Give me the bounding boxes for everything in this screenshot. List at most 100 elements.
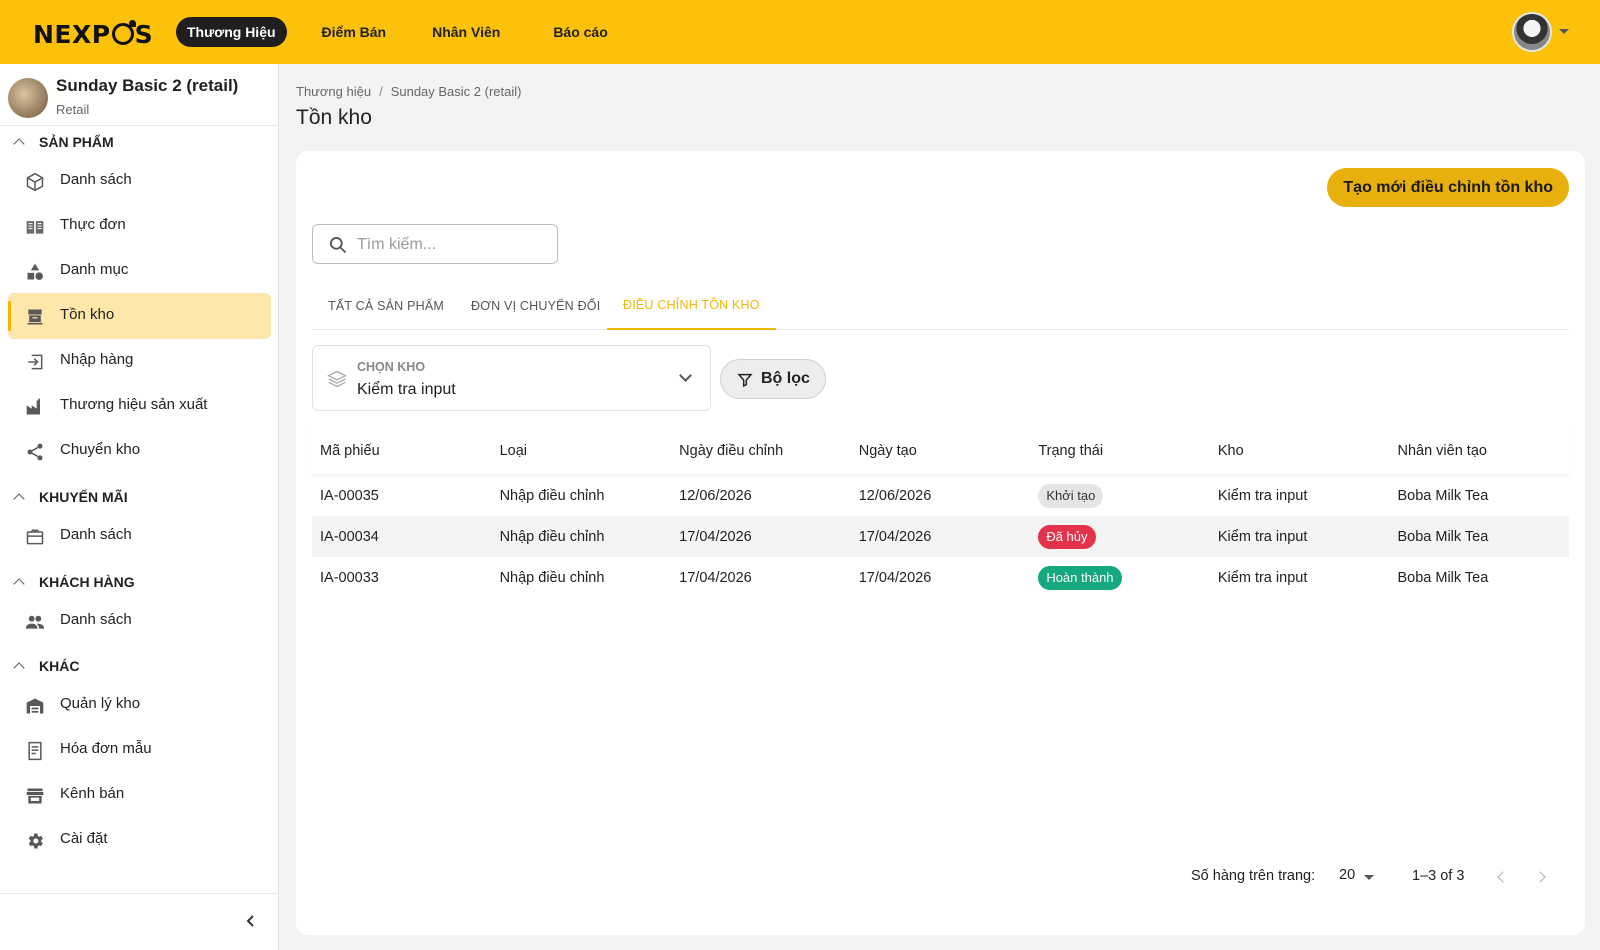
page-range: 1–3 of 3: [1412, 868, 1465, 884]
store-type: Retail: [56, 102, 90, 117]
search-input[interactable]: [357, 233, 547, 257]
store-avatar: [8, 78, 48, 118]
store-info[interactable]: Sunday Basic 2 (retail) Retail: [8, 74, 272, 126]
inventory-icon: [27, 309, 43, 325]
cell-code: IA-00034: [320, 528, 379, 545]
warehouse-select[interactable]: CHỌN KHO Kiểm tra input: [312, 345, 711, 411]
chevron-left-icon[interactable]: [1497, 871, 1509, 883]
sidebar-item-label: Danh sách: [60, 171, 132, 188]
sidebar-item-danh-sach-khach-hang[interactable]: Danh sách: [8, 598, 271, 644]
chevron-up-icon: [13, 578, 25, 590]
storefront-icon: [26, 788, 44, 804]
sidebar-item-hoa-don-mau[interactable]: Hóa đơn mẫu: [8, 727, 271, 773]
section-title: KHÁCH HÀNG: [39, 574, 135, 590]
store-name: Sunday Basic 2 (retail): [56, 76, 239, 95]
chevron-up-icon: [13, 662, 25, 674]
table-row[interactable]: IA-00034 Nhập điều chỉnh 17/04/2026 17/0…: [312, 516, 1569, 557]
divider: [0, 125, 279, 126]
tabs: TẤT CẢ SẢN PHẨM ĐƠN VỊ CHUYỂN ĐỔI ĐIỀU C…: [312, 281, 1569, 330]
column-header[interactable]: Ngày điều chỉnh: [671, 443, 851, 459]
section-khuyen-mai[interactable]: KHUYẾN MÃI: [12, 489, 128, 505]
column-header[interactable]: Kho: [1210, 443, 1390, 459]
cell-code: IA-00035: [320, 487, 379, 504]
section-san-pham[interactable]: SẢN PHẨM: [12, 134, 114, 150]
page-title: Tồn kho: [296, 106, 372, 129]
column-header[interactable]: Nhân viên tạo: [1389, 443, 1569, 459]
cell-warehouse: Kiểm tra input: [1217, 569, 1308, 586]
nav-nhan-vien[interactable]: Nhân Viên: [421, 17, 511, 47]
sidebar-item-danh-muc[interactable]: Danh mục: [8, 248, 271, 294]
tab-unit-conversion[interactable]: ĐƠN VỊ CHUYỂN ĐỔI: [455, 281, 616, 330]
cell-status: Hoàn thành: [1030, 565, 1210, 590]
divider: [0, 893, 279, 894]
section-khach-hang[interactable]: KHÁCH HÀNG: [12, 574, 135, 590]
layers-icon: [327, 370, 347, 388]
sidebar-item-thuc-don[interactable]: Thực đơn: [8, 203, 271, 249]
sidebar-item-cai-dat[interactable]: Cài đặt: [8, 817, 271, 863]
cell-created-date: 17/04/2026: [858, 528, 932, 545]
table-row[interactable]: IA-00035 Nhập điều chỉnh 12/06/2026 12/0…: [312, 475, 1569, 516]
search-icon: [330, 237, 347, 254]
breadcrumb-store[interactable]: Sunday Basic 2 (retail): [391, 84, 522, 99]
breadcrumb-brand[interactable]: Thương hiệu: [296, 84, 371, 99]
caret-down-icon[interactable]: [1559, 29, 1569, 34]
sidebar-item-nhap-hang[interactable]: Nhập hàng: [8, 338, 271, 384]
table-header: Mã phiếu Loại Ngày điều chỉnh Ngày tạo T…: [312, 427, 1569, 475]
sidebar-item-label: Kênh bán: [60, 785, 125, 802]
cell-warehouse: Kiểm tra input: [1217, 528, 1308, 545]
create-adjustment-button[interactable]: Tạo mới điều chỉnh tồn kho: [1327, 168, 1569, 207]
chevron-right-icon[interactable]: [1534, 871, 1546, 883]
sidebar-item-chuyen-kho[interactable]: Chuyển kho: [8, 428, 271, 474]
cube-icon: [26, 172, 44, 192]
sidebar-item-quan-ly-kho[interactable]: Quản lý kho: [8, 682, 271, 728]
status-badge: Hoàn thành: [1038, 565, 1122, 590]
adjustment-table: Mã phiếu Loại Ngày điều chỉnh Ngày tạo T…: [312, 427, 1569, 598]
chevron-up-icon: [13, 493, 25, 505]
sidebar-item-danh-sach-san-pham[interactable]: Danh sách: [8, 158, 271, 204]
sidebar-item-label: Hóa đơn mẫu: [60, 740, 152, 757]
top-nav: Thương Hiệu Điểm Bán Nhân Viên Báo cáo: [176, 17, 643, 47]
rows-per-page-select[interactable]: 20: [1339, 867, 1355, 883]
gear-icon: [28, 833, 43, 849]
cell-adjust-date: 17/04/2026: [679, 528, 752, 545]
column-header[interactable]: Ngày tạo: [851, 443, 1031, 459]
nexpos-logo[interactable]: NEXP S: [33, 20, 153, 49]
section-khac[interactable]: KHÁC: [12, 658, 79, 674]
section-title: KHÁC: [39, 658, 80, 674]
section-title: SẢN PHẨM: [39, 134, 114, 150]
sidebar-item-ton-kho[interactable]: Tồn kho: [8, 293, 271, 339]
column-header[interactable]: Trạng thái: [1030, 443, 1210, 459]
chevron-down-icon: [679, 369, 692, 382]
cell-type: Nhập điều chỉnh: [499, 528, 605, 545]
status-badge: Khởi tạo: [1038, 483, 1104, 508]
people-icon: [25, 615, 45, 629]
section-title: KHUYẾN MÃI: [39, 489, 128, 505]
cell-type: Nhập điều chỉnh: [499, 569, 605, 586]
factory-icon: [26, 398, 40, 415]
sidebar-item-kenh-ban[interactable]: Kênh bán: [8, 772, 271, 818]
sidebar-item-thuong-hieu-san-xuat[interactable]: Thương hiệu sản xuất: [8, 383, 271, 429]
filter-button[interactable]: Bộ lọc: [720, 359, 826, 399]
sidebar-item-label: Cài đặt: [60, 830, 108, 847]
nav-bao-cao[interactable]: Báo cáo: [542, 17, 618, 47]
receipt-icon: [28, 741, 42, 761]
cell-created-date: 12/06/2026: [858, 487, 932, 504]
search-box[interactable]: [312, 224, 558, 264]
user-avatar[interactable]: [1512, 12, 1552, 52]
sidebar-item-danh-sach-khuyen-mai[interactable]: Danh sách: [8, 513, 271, 559]
sidebar-item-label: Quản lý kho: [60, 695, 141, 712]
tab-all-products[interactable]: TẤT CẢ SẢN PHẨM: [312, 281, 460, 330]
nav-diem-ban[interactable]: Điểm Bán: [311, 17, 398, 47]
breadcrumb-separator: /: [379, 84, 383, 99]
chevron-left-icon[interactable]: [244, 914, 258, 928]
warehouse-select-value: Kiểm tra input: [357, 381, 456, 398]
nav-thuong-hieu[interactable]: Thương Hiệu: [176, 17, 287, 47]
tab-stock-adjustment[interactable]: ĐIỀU CHỈNH TỒN KHO: [607, 281, 776, 330]
breadcrumb: Thương hiệu / Sunday Basic 2 (retail): [296, 84, 521, 99]
sidebar-item-label: Thực đơn: [60, 216, 126, 233]
column-header[interactable]: Mã phiếu: [312, 443, 492, 459]
cell-staff: Boba Milk Tea: [1397, 528, 1489, 545]
column-header[interactable]: Loại: [492, 443, 672, 459]
caret-down-icon[interactable]: [1364, 875, 1374, 880]
table-row[interactable]: IA-00033 Nhập điều chỉnh 17/04/2026 17/0…: [312, 557, 1569, 598]
